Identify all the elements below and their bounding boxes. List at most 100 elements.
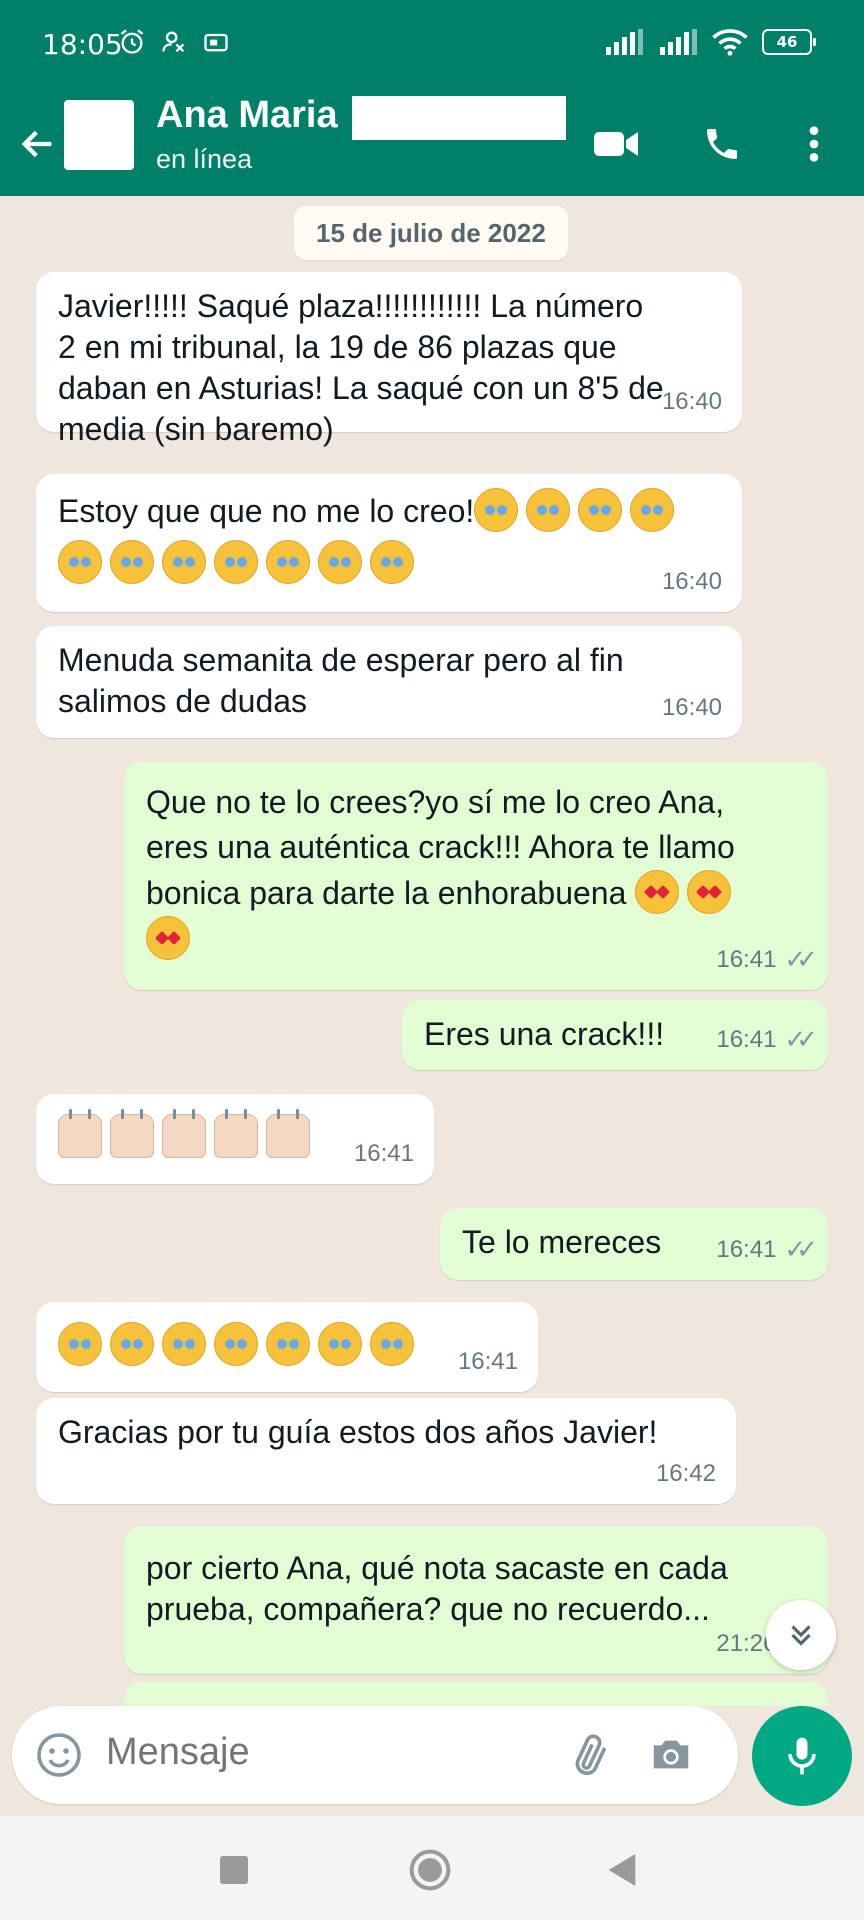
message-text: Javier!!!!! Saqué plaza!!!!!!!!!!!! La n… (58, 288, 664, 447)
attach-button[interactable] (564, 1728, 618, 1782)
message-meta: 16:41 ✓✓ (716, 1229, 817, 1270)
contact-status: en línea (156, 144, 253, 174)
message-time: 16:41 (716, 946, 777, 973)
home-button[interactable] (402, 1842, 458, 1898)
status-time: 18:05 (42, 28, 123, 61)
raising-hands-emoji-icon (58, 1109, 102, 1158)
avatar[interactable] (60, 100, 138, 182)
pleading-face-emoji-icon (266, 540, 310, 584)
message-text-wrap: Estoy que que no me lo creo! (58, 488, 722, 584)
message-time: 16:41 (353, 1140, 414, 1167)
pleading-face-emoji-icon (370, 540, 414, 584)
smiling-face-with-hearts-emoji-icon (687, 870, 732, 914)
pleading-face-emoji-icon (318, 1322, 362, 1366)
double-check-icon: ✓✓ (784, 944, 817, 974)
pleading-face-emoji-icon (214, 540, 258, 584)
message-incoming[interactable]: Estoy que que no me lo creo! 16:40 (36, 474, 742, 612)
camera-icon (653, 1740, 689, 1769)
message-meta: 16:41 (458, 1341, 518, 1382)
message-input[interactable] (104, 1730, 448, 1775)
message-outgoing-partial[interactable] (124, 1682, 828, 1706)
redaction-box (352, 96, 566, 140)
message-meta: 16:41 ✓✓ (716, 939, 817, 980)
raising-hands-emoji-icon (214, 1109, 258, 1158)
battery-icon: 46 (762, 29, 816, 55)
message-text-wrap: Que no te lo crees?yo sí me lo creo Ana,… (146, 780, 808, 962)
pleading-face-emoji-icon (58, 540, 102, 584)
date-chip: 15 de julio de 2022 (294, 206, 568, 260)
message-outgoing[interactable]: Eres una crack!!! 16:41 ✓✓ (402, 1000, 828, 1070)
pleading-face-emoji-icon (162, 540, 206, 584)
notification-card-icon (204, 33, 228, 52)
message-meta: 16:40 (662, 687, 722, 728)
paperclip-icon (575, 1734, 607, 1775)
message-incoming[interactable]: Javier!!!!! Saqué plaza!!!!!!!!!!!! La n… (36, 272, 742, 447)
pleading-face-emoji-icon (266, 1322, 310, 1366)
back-button[interactable] (14, 114, 62, 174)
message-outgoing[interactable]: Que no te lo crees?yo sí me lo creo Ana,… (124, 762, 828, 990)
message-time: 16:40 (661, 568, 722, 595)
message-incoming[interactable]: Gracias por tu guía estos dos años Javie… (36, 1398, 736, 1504)
message-time: 16:41 (716, 1026, 777, 1053)
message-time: 16:40 (661, 388, 722, 415)
message-time: 16:40 (661, 694, 722, 721)
alarm-icon (120, 29, 144, 54)
chat-header: Ana Maria en línea (0, 92, 864, 196)
pleading-face-emoji-icon (110, 1322, 154, 1366)
recents-button[interactable] (206, 1842, 262, 1898)
message-outgoing[interactable]: Te lo mereces 16:41 ✓✓ (440, 1208, 828, 1280)
raising-hands-emoji-icon (110, 1109, 154, 1158)
pleading-face-emoji-icon (474, 488, 519, 532)
message-incoming[interactable]: 16:41 (36, 1094, 434, 1184)
message-text: por cierto Ana, qué nota sacaste en cada… (146, 1550, 728, 1627)
message-incoming[interactable]: Menuda semanita de esperar pero al fin s… (36, 626, 742, 738)
system-back-button[interactable] (594, 1842, 650, 1898)
circle-icon (409, 1849, 451, 1891)
message-meta: 16:40 (662, 561, 722, 602)
scroll-to-bottom-button[interactable] (766, 1600, 836, 1670)
camera-button[interactable] (644, 1728, 698, 1782)
voice-message-button[interactable] (752, 1706, 852, 1806)
emoji-icon (37, 1733, 81, 1777)
emoji-button[interactable] (32, 1728, 86, 1782)
video-call-button[interactable] (586, 114, 646, 174)
message-time: 16:41 (716, 1236, 777, 1263)
message-meta: 16:42 (656, 1453, 716, 1494)
pleading-face-emoji-icon (526, 488, 571, 532)
message-emoji-row (58, 1322, 518, 1366)
more-options-button[interactable] (784, 114, 844, 174)
signal-icon (606, 29, 643, 55)
double-check-icon: ✓✓ (784, 1234, 817, 1264)
message-composer (12, 1706, 738, 1804)
message-meta: 16:40 (662, 381, 722, 422)
triangle-back-icon (608, 1854, 636, 1886)
arrow-left-icon (21, 130, 52, 158)
raising-hands-emoji-icon (162, 1109, 206, 1158)
message-meta: 16:41 ✓✓ (716, 1019, 817, 1060)
pleading-face-emoji-icon (214, 1322, 258, 1366)
message-outgoing[interactable]: por cierto Ana, qué nota sacaste en cada… (124, 1526, 828, 1674)
message-time: 16:41 (457, 1348, 518, 1375)
video-call-icon (594, 132, 638, 156)
contact-name[interactable]: Ana Maria (156, 94, 338, 137)
double-check-icon: ✓✓ (784, 1024, 817, 1054)
signal-icon-2 (660, 29, 697, 55)
smiling-face-with-hearts-emoji-icon (146, 916, 190, 960)
pleading-face-emoji-icon (578, 488, 623, 532)
voice-call-button[interactable] (692, 114, 752, 174)
pleading-face-emoji-icon (318, 540, 362, 584)
smiling-face-with-hearts-emoji-icon (635, 870, 680, 914)
message-time: 16:42 (655, 1460, 716, 1487)
wifi-icon (712, 29, 748, 56)
chat-area[interactable]: 15 de julio de 2022 Javier!!!!! Saqué pl… (0, 196, 864, 1706)
message-meta: 16:41 (354, 1133, 414, 1174)
message-text: Gracias por tu guía estos dos años Javie… (58, 1414, 658, 1450)
phone-icon (707, 129, 737, 159)
pleading-face-emoji-icon (630, 488, 675, 532)
more-vert-icon (809, 126, 819, 162)
message-incoming[interactable]: 16:41 (36, 1302, 538, 1392)
chevron-double-down-icon (791, 1625, 811, 1646)
status-icons-right: 46 (604, 28, 816, 56)
message-text: Menuda semanita de esperar pero al fin s… (58, 642, 624, 719)
pleading-face-emoji-icon (370, 1322, 414, 1366)
